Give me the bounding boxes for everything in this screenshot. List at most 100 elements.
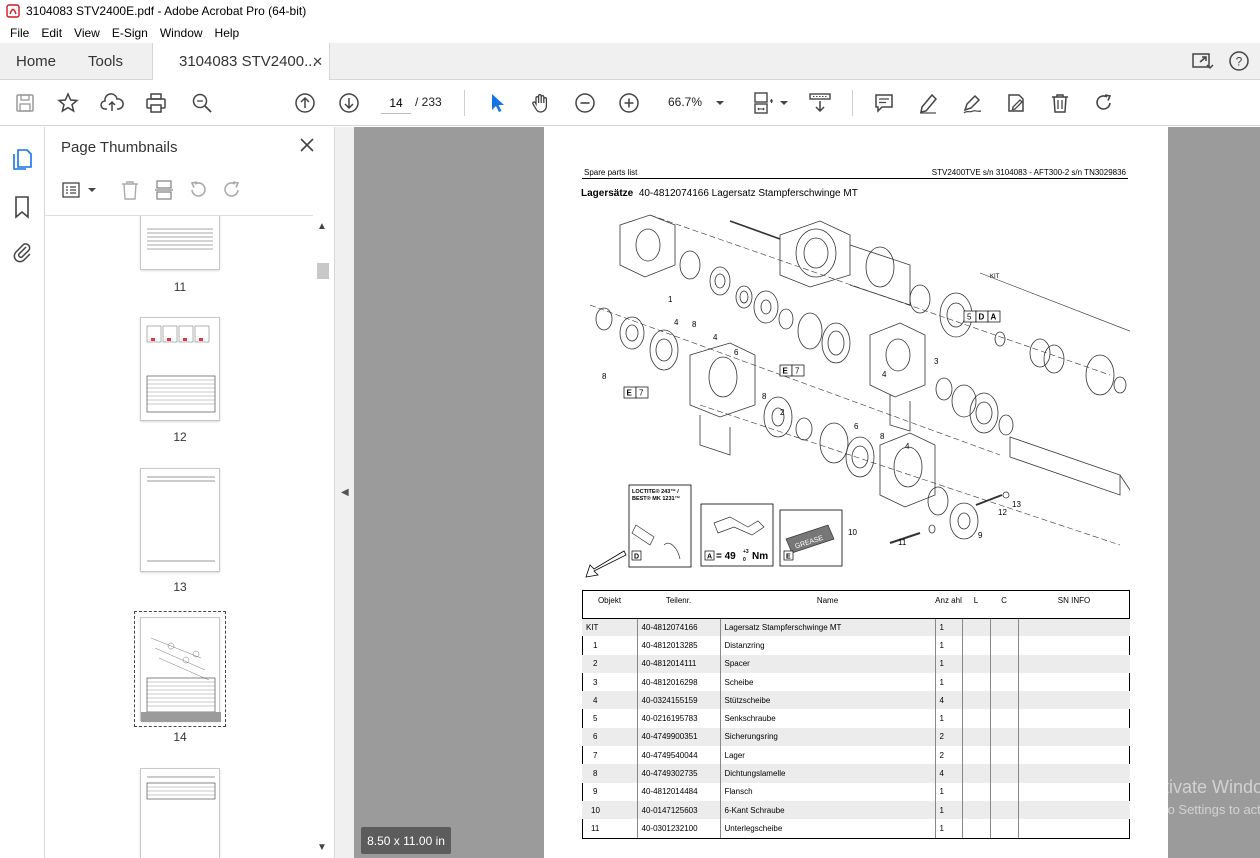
thumbnail-options-icon[interactable] — [61, 179, 83, 201]
callout-3: 3 — [934, 357, 939, 366]
col-sn-info: SN INFO — [1018, 590, 1130, 619]
cell-teilenr: 40-4812014484 — [636, 782, 720, 801]
cell-anzahl: 1 — [934, 782, 962, 801]
thumbnail-page-11[interactable] — [140, 216, 220, 270]
scrollbar-thumb[interactable] — [317, 263, 329, 279]
bookmark-star-icon[interactable] — [56, 91, 80, 115]
callout-8: 8 — [762, 392, 767, 401]
rotate-left-icon[interactable] — [187, 179, 209, 201]
menu-help[interactable]: Help — [209, 26, 246, 40]
chevron-down-icon[interactable] — [81, 179, 103, 201]
thumbnail-page-14[interactable] — [134, 611, 226, 727]
highlight-pen-icon[interactable] — [916, 91, 940, 115]
callout-kit: KIT — [990, 274, 1000, 280]
thumbnail-scrollbar[interactable]: ▲ ▼ — [313, 215, 333, 858]
close-icon[interactable]: ✕ — [312, 54, 323, 70]
panel-collapse-handle[interactable]: ◀ — [335, 127, 354, 858]
table-row: 1 40-4812013285 Distanzring 1 — [582, 636, 1130, 655]
page-number-input[interactable] — [381, 92, 411, 114]
thumbnail-page-15[interactable] — [140, 768, 220, 858]
cell-c — [989, 636, 1018, 655]
table-row: 7 40-4749540044 Lager 2 — [582, 746, 1130, 765]
redo-icon[interactable] — [1092, 91, 1116, 115]
cell-teilenr: 40-4812014111 — [636, 654, 720, 673]
rotate-right-icon[interactable] — [221, 179, 243, 201]
callout-4: 4 — [882, 370, 887, 379]
cell-sn-info — [1017, 782, 1130, 801]
edit-pdf-icon[interactable] — [1004, 91, 1028, 115]
save-icon[interactable] — [13, 91, 37, 115]
share-screen-icon[interactable] — [1190, 50, 1214, 72]
select-cursor-icon[interactable] — [485, 91, 509, 115]
cell-name: Distanzring — [719, 636, 935, 655]
thumbnail-label: 14 — [173, 730, 187, 744]
page-down-icon[interactable] — [337, 91, 361, 115]
trash-icon[interactable] — [1048, 91, 1072, 115]
toolbar-divider — [852, 90, 853, 116]
cell-name: Lagersatz Stampferschwinge MT — [719, 618, 935, 637]
cell-c — [989, 746, 1018, 765]
thumbnail-page-12[interactable] — [140, 317, 220, 421]
sign-pen-icon[interactable] — [960, 91, 984, 115]
thumbnail-page-13[interactable] — [140, 468, 220, 572]
cell-name: Sicherungsring — [719, 727, 935, 747]
upload-cloud-icon[interactable] — [100, 91, 124, 115]
cell-objekt: 9 — [593, 787, 598, 797]
zoom-search-icon[interactable] — [190, 91, 214, 115]
cell-c — [989, 800, 1018, 820]
attachments-icon[interactable] — [10, 240, 34, 264]
cell-anzahl: 1 — [934, 636, 962, 655]
chevron-left-icon[interactable]: ◀ — [341, 487, 349, 498]
menu-window[interactable]: Window — [154, 26, 209, 40]
chevron-down-icon[interactable] — [708, 91, 732, 115]
table-row: 5 40-0216195783 Senkschraube 1 — [582, 709, 1130, 728]
svg-text:?: ? — [1236, 55, 1243, 69]
menu-view[interactable]: View — [68, 26, 106, 40]
cell-anzahl: 4 — [934, 764, 962, 783]
bookmarks-icon[interactable] — [10, 195, 34, 219]
callout-10: 10 — [848, 528, 857, 537]
cell-name: Scheibe — [719, 672, 935, 692]
section-title-bold: Lagersätze — [581, 188, 634, 199]
cell-objekt: 8 — [582, 764, 637, 783]
label-7: 7 — [795, 367, 800, 376]
cell-sn-info — [1017, 618, 1130, 637]
tab-tools[interactable]: Tools — [88, 43, 123, 80]
zoom-level-select[interactable]: 66.7% — [668, 95, 702, 109]
page-up-icon[interactable] — [293, 91, 317, 115]
cell-sn-info — [1017, 764, 1130, 783]
cell-sn-info — [1017, 727, 1130, 747]
menu-esign[interactable]: E-Sign — [106, 26, 154, 40]
table-row: 10 40-0147125603 6-Kant Schraube 1 — [582, 800, 1130, 820]
hand-tool-icon[interactable] — [529, 91, 553, 115]
cell-objekt: 1 — [593, 640, 598, 650]
section-title-rest: 40-4812074166 Lagersatz Stampferschwinge… — [638, 188, 858, 199]
tab-document[interactable]: 3104083 STV2400... ✕ — [152, 43, 330, 80]
callout-4: 4 — [674, 318, 679, 327]
zoom-in-icon[interactable] — [617, 91, 641, 115]
document-view[interactable]: Spare parts list STV2400TVE s/n 3104083 … — [354, 127, 1260, 858]
menu-file[interactable]: File — [4, 26, 35, 40]
delete-page-icon[interactable] — [119, 179, 141, 201]
label-7: 7 — [639, 389, 644, 398]
scroll-up-icon[interactable]: ▲ — [317, 221, 327, 232]
callout-8: 8 — [880, 432, 885, 441]
help-icon[interactable]: ? — [1228, 50, 1250, 72]
cell-l — [961, 746, 990, 765]
tab-home[interactable]: Home — [16, 43, 56, 80]
page-section-title: Lagersätze 40-4812074166 Lagersatz Stamp… — [581, 188, 858, 199]
scroll-mode-icon[interactable] — [808, 91, 832, 115]
scroll-down-icon[interactable]: ▼ — [317, 842, 327, 853]
label-5: 5 — [967, 313, 972, 322]
chevron-down-icon[interactable] — [772, 91, 796, 115]
close-icon[interactable] — [299, 137, 315, 153]
menu-edit[interactable]: Edit — [35, 26, 68, 40]
insert-page-icon[interactable] — [153, 179, 175, 201]
zoom-out-icon[interactable] — [573, 91, 597, 115]
comment-icon[interactable] — [872, 91, 896, 115]
loctite-label: LOCTITE® 243™ / — [632, 488, 679, 495]
print-icon[interactable] — [144, 91, 168, 115]
page-thumbnails-icon[interactable] — [10, 147, 34, 171]
cell-anzahl: 2 — [934, 727, 962, 747]
thumbnail-label: 11 — [173, 280, 187, 294]
